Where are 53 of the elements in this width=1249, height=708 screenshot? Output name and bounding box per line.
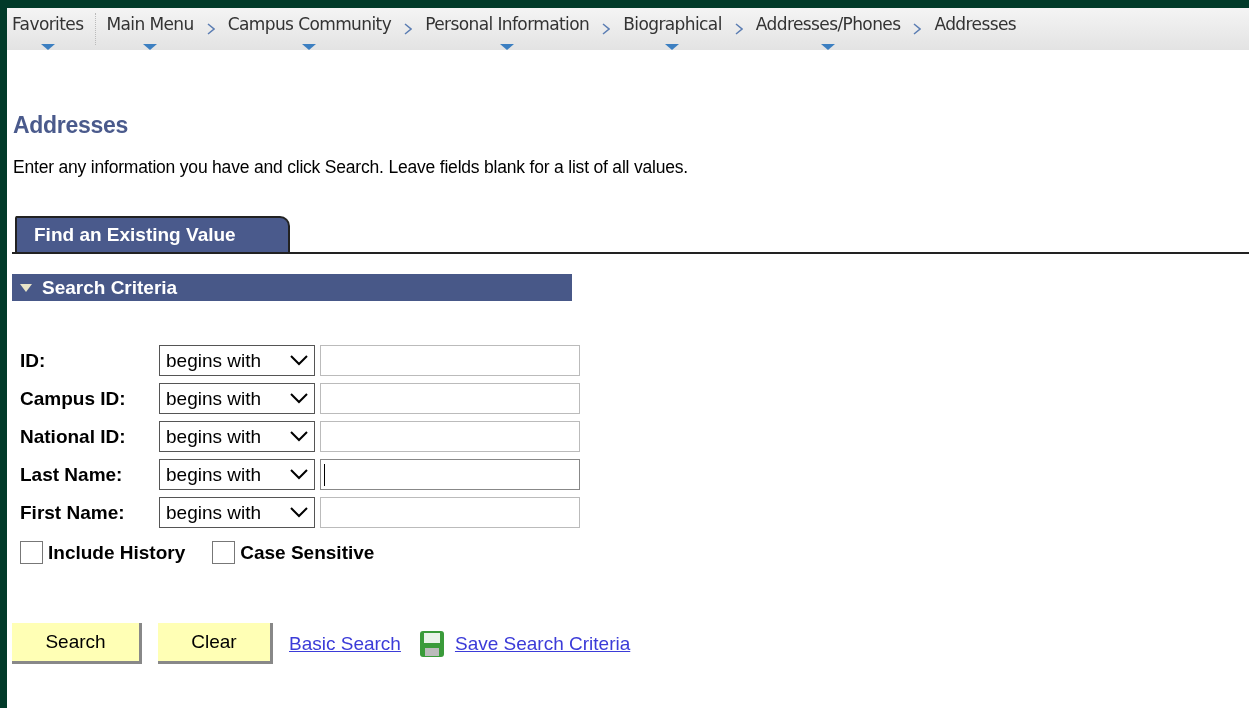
chevron-down-icon	[290, 507, 308, 518]
breadcrumb-link[interactable]: Favorites	[10, 8, 86, 50]
dropdown-triangle-icon[interactable]	[143, 44, 157, 50]
dropdown-triangle-icon[interactable]	[40, 44, 55, 50]
breadcrumb-link[interactable]: Biographical	[621, 8, 724, 50]
checkbox[interactable]	[212, 541, 236, 564]
field-label: ID:	[20, 349, 47, 372]
search-button[interactable]: Search	[12, 623, 142, 664]
operator-dropdown[interactable]: begins with	[159, 459, 315, 490]
search-input-field[interactable]	[320, 459, 580, 490]
chevron-right-icon	[404, 23, 413, 35]
breadcrumb-link[interactable]: Addresses/Phones	[753, 8, 903, 50]
link[interactable]: Save Search Criteria	[454, 632, 631, 655]
clear-button[interactable]: Clear	[158, 623, 273, 664]
breadcrumb-link[interactable]: Personal Information	[423, 8, 592, 50]
chevron-right-icon	[734, 23, 743, 35]
breadcrumb-link[interactable]: Campus Community	[225, 8, 394, 50]
chevron-right-icon	[206, 23, 215, 35]
search-input-field[interactable]	[320, 421, 580, 452]
field-label: Last Name:	[20, 463, 124, 486]
instructions-text: Enter any information you have and click Search. Leave fields blank for a list of all values.	[13, 157, 689, 178]
chevron-down-icon	[290, 431, 308, 442]
section-title: Search Criteria	[42, 276, 178, 299]
operator-dropdown[interactable]: begins with	[159, 497, 315, 528]
page-title: Addresses	[13, 112, 129, 139]
field-label: First Name:	[20, 501, 126, 524]
operator-dropdown[interactable]: begins with	[159, 383, 315, 414]
field-label: National ID:	[20, 425, 127, 448]
chevron-right-icon	[913, 23, 922, 35]
breadcrumb-link[interactable]: Main Menu	[104, 8, 196, 50]
collapse-triangle-icon[interactable]	[20, 283, 32, 292]
dropdown-triangle-icon[interactable]	[500, 44, 515, 50]
dropdown-triangle-icon[interactable]	[821, 44, 836, 50]
link[interactable]: Basic Search	[289, 632, 401, 655]
chevron-right-icon	[602, 23, 611, 35]
dropdown-triangle-icon[interactable]	[302, 44, 317, 50]
field-label: Campus ID:	[20, 387, 127, 410]
checkbox[interactable]	[20, 541, 43, 564]
section-header[interactable]: Search Criteria	[12, 274, 572, 301]
dropdown-triangle-icon[interactable]	[665, 44, 680, 50]
chevron-down-icon	[290, 469, 308, 480]
chevron-down-icon	[290, 393, 308, 404]
search-input-field[interactable]	[320, 345, 580, 376]
checkbox-label: Case Sensitive	[240, 541, 375, 564]
tab[interactable]: Find an Existing Value	[15, 216, 290, 252]
save-icon	[418, 629, 445, 658]
chevron-down-icon	[290, 355, 308, 366]
operator-dropdown[interactable]: begins with	[159, 345, 315, 376]
search-input-field[interactable]	[320, 497, 580, 528]
search-input-field[interactable]	[320, 383, 580, 414]
breadcrumb-link[interactable]: Addresses	[932, 8, 1019, 50]
checkbox-label: Include History	[48, 541, 186, 564]
operator-dropdown[interactable]: begins with	[159, 421, 315, 452]
